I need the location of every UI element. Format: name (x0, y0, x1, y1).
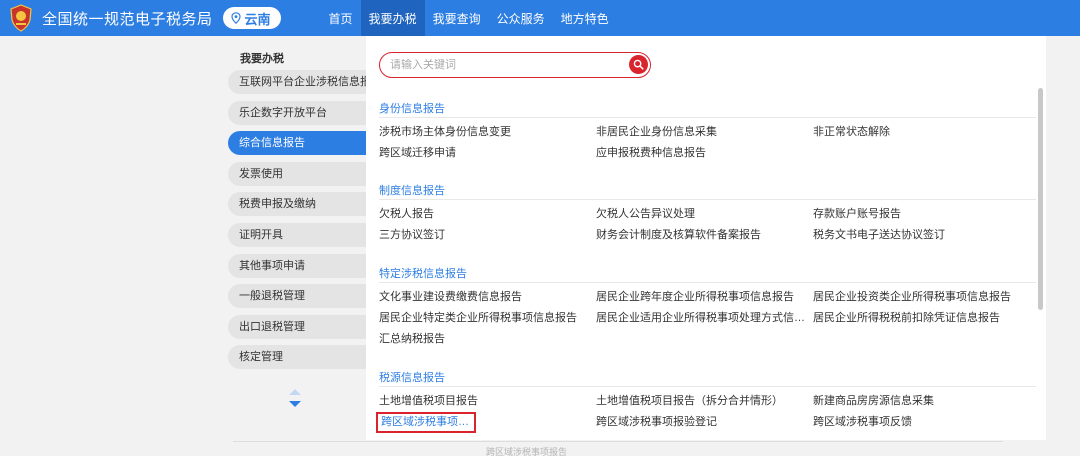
sidebar-item-assessment[interactable]: 核定管理 (228, 345, 366, 370)
nav-home[interactable]: 首页 (321, 0, 361, 36)
sidebar-item-other-application[interactable]: 其他事项申请 (228, 253, 366, 278)
section-tax-source-info: 税源信息报告 土地增值税项目报告 土地增值税项目报告（拆分合并情形） 新建商品房… (376, 369, 1036, 433)
section-title: 身份信息报告 (379, 100, 1036, 118)
chevron-up-icon[interactable] (288, 388, 302, 396)
sidebar-item-certificate[interactable]: 证明开具 (228, 222, 366, 247)
service-link[interactable]: 居民企业跨年度企业所得税事项信息报告 (596, 287, 813, 308)
section-title: 税源信息报告 (379, 369, 1036, 387)
service-panel: 身份信息报告 涉税市场主体身份信息变更 非居民企业身份信息采集 非正常状态解除 … (366, 36, 1046, 440)
sidebar-item-internet-platform[interactable]: 互联网平台企业涉税信息报送 (228, 70, 366, 94)
service-link[interactable]: 汇总纳税报告 (379, 329, 596, 350)
service-link-highlighted[interactable]: 跨区域涉税事项报告 (376, 412, 476, 433)
service-link[interactable]: 税务文书电子送达协议签订 (813, 225, 1030, 246)
service-link[interactable]: 存款账户账号报告 (813, 204, 1030, 225)
search-button[interactable] (629, 55, 648, 74)
service-link[interactable]: 财务会计制度及核算软件备案报告 (596, 225, 813, 246)
service-link[interactable]: 居民企业投资类企业所得税事项信息报告 (813, 287, 1030, 308)
sidebar-title: 我要办税 (240, 53, 284, 65)
section-title: 制度信息报告 (379, 182, 1036, 200)
service-link[interactable]: 跨区域涉税事项反馈 (813, 412, 1030, 433)
search-box (379, 52, 651, 78)
service-link[interactable]: 居民企业所得税税前扣除凭证信息报告 (813, 308, 1030, 329)
link-grid: 涉税市场主体身份信息变更 非居民企业身份信息采集 非正常状态解除 跨区域迁移申请… (379, 122, 1036, 164)
divider (233, 441, 1003, 442)
search-icon (633, 59, 644, 70)
sidebar: 我要办税 互联网平台企业涉税信息报送 乐企数字开放平台 综合信息报告 发票使用 … (228, 48, 366, 418)
panel-scrollbar[interactable] (1038, 88, 1043, 310)
section-identity-info: 身份信息报告 涉税市场主体身份信息变更 非居民企业身份信息采集 非正常状态解除 … (379, 100, 1036, 164)
service-link[interactable]: 非居民企业身份信息采集 (596, 122, 813, 143)
service-link[interactable]: 应申报税费种信息报告 (596, 143, 813, 164)
service-link[interactable]: 欠税人公告异议处理 (596, 204, 813, 225)
service-link[interactable]: 居民企业特定类企业所得税事项信息报告 (379, 308, 596, 329)
section-specific-tax-info: 特定涉税信息报告 文化事业建设费缴费信息报告 居民企业跨年度企业所得税事项信息报… (379, 265, 1036, 350)
link-grid: 土地增值税项目报告 土地增值税项目报告（拆分合并情形） 新建商品房房源信息采集 … (376, 391, 1036, 433)
sidebar-scroll-arrows (288, 388, 302, 408)
sidebar-item-info-report[interactable]: 综合信息报告 (228, 131, 366, 156)
link-grid: 欠税人报告 欠税人公告异议处理 存款账户账号报告 三方协议签订 财务会计制度及核… (379, 204, 1036, 246)
search-input[interactable] (390, 59, 620, 71)
footer-ghost-text: 跨区域涉税事项报告 (486, 447, 568, 456)
region-label: 云南 (244, 11, 271, 27)
nav-query[interactable]: 我要查询 (425, 0, 489, 36)
nav-local-feature[interactable]: 地方特色 (553, 0, 617, 36)
service-link[interactable]: 三方协议签订 (379, 225, 596, 246)
sidebar-item-invoice[interactable]: 发票使用 (228, 161, 366, 186)
tax-emblem-icon[interactable] (8, 3, 34, 33)
sidebar-item-declaration[interactable]: 税费申报及缴纳 (228, 192, 366, 217)
nav-tax-handling[interactable]: 我要办税 (360, 0, 425, 36)
service-link[interactable]: 文化事业建设费缴费信息报告 (379, 287, 596, 308)
sidebar-item-leqi-platform[interactable]: 乐企数字开放平台 (228, 100, 366, 125)
main-nav: 首页 我要办税 我要查询 公众服务 地方特色 (321, 0, 617, 36)
service-link[interactable]: 欠税人报告 (379, 204, 596, 225)
location-pin-icon (230, 12, 241, 24)
service-link[interactable]: 非正常状态解除 (813, 122, 1030, 143)
top-bar: 全国统一规范电子税务局 云南 首页 我要办税 我要查询 公众服务 地方特色 (0, 0, 1080, 36)
service-link[interactable]: 跨区域迁移申请 (379, 143, 596, 164)
nav-public-service[interactable]: 公众服务 (489, 0, 553, 36)
service-link[interactable]: 土地增值税项目报告（拆分合并情形） (596, 391, 813, 412)
service-link[interactable]: 跨区域涉税事项报验登记 (596, 412, 813, 433)
region-selector[interactable]: 云南 (222, 7, 281, 29)
section-title: 特定涉税信息报告 (379, 265, 1036, 283)
service-link[interactable]: 新建商品房房源信息采集 (813, 391, 1030, 412)
site-title: 全国统一规范电子税务局 (42, 10, 213, 28)
sidebar-item-export-refund[interactable]: 出口退税管理 (228, 314, 366, 339)
link-grid: 文化事业建设费缴费信息报告 居民企业跨年度企业所得税事项信息报告 居民企业投资类… (379, 287, 1036, 350)
service-link[interactable]: 土地增值税项目报告 (379, 391, 596, 412)
service-link[interactable]: 涉税市场主体身份信息变更 (379, 122, 596, 143)
section-system-info: 制度信息报告 欠税人报告 欠税人公告异议处理 存款账户账号报告 三方协议签订 财… (379, 182, 1036, 246)
service-link[interactable]: 居民企业适用企业所得税事项处理方式信息报... (596, 308, 813, 329)
chevron-down-icon[interactable] (288, 400, 302, 408)
sidebar-item-general-refund[interactable]: 一般退税管理 (228, 284, 366, 309)
